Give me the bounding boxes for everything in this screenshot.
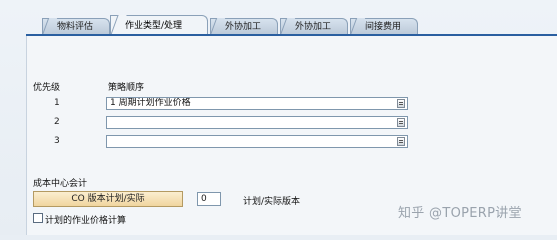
planned-activity-price-checkbox[interactable] [33, 213, 43, 223]
tab-material-valuation[interactable]: 物料评估 [42, 18, 110, 34]
tab-subcontracting-2[interactable]: 外协加工 [280, 18, 348, 34]
strategy-sequence-header: 策略顺序 [108, 83, 145, 93]
strategy-field-2[interactable] [106, 116, 408, 129]
co-version-button[interactable]: CO 版本计划/实际 [33, 191, 183, 207]
watermark: 知乎 @TOPERP讲堂 [398, 206, 522, 221]
row-number-3: 3 [54, 136, 60, 146]
value-help-icon[interactable] [397, 118, 405, 127]
version-input[interactable]: 0 [197, 192, 221, 206]
strategy-field-3[interactable] [106, 135, 408, 148]
version-label: 计划/实际版本 [243, 197, 301, 207]
screen-frame: 物料评估 作业类型/处理 外协加工 外协加工 间接费用 优先级 策略顺序 1 1… [0, 0, 557, 235]
planned-activity-price-label: 计划的作业价格计算 [45, 216, 127, 226]
row-number-1: 1 [54, 98, 60, 108]
row-number-2: 2 [54, 117, 60, 127]
strategy-field-1-value: 1 周期计划作业价格 [110, 98, 191, 108]
tab-activity-type-processing[interactable]: 作业类型/处理 [110, 15, 208, 36]
tab-strip: 物料评估 作业类型/处理 外协加工 外协加工 间接费用 [30, 14, 500, 36]
value-help-icon[interactable] [397, 99, 405, 108]
priority-header: 优先级 [33, 83, 61, 93]
cost-center-section-label: 成本中心会计 [33, 179, 88, 189]
value-help-icon[interactable] [397, 137, 405, 146]
strategy-field-1[interactable]: 1 周期计划作业价格 [106, 97, 408, 110]
tab-subcontracting-1[interactable]: 外协加工 [210, 18, 278, 34]
tab-overhead[interactable]: 间接费用 [350, 18, 418, 34]
